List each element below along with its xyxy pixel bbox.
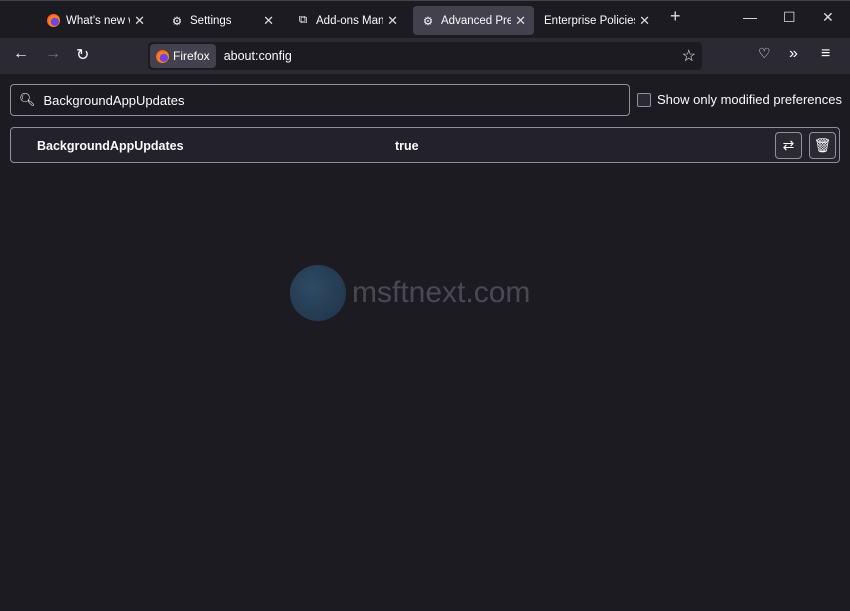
firefox-icon: [156, 49, 169, 63]
identity-box[interactable]: Firefox: [150, 44, 216, 68]
maximize-button[interactable]: ☐: [783, 9, 796, 26]
title-bar: What's new with ✕ ⚙ Settings ✕ ⧉ Add-ons Man…: [0, 0, 850, 38]
tab-label: What's new with: [66, 14, 130, 27]
new-tab-button[interactable]: +: [670, 6, 681, 27]
overflow-chevron-icon[interactable]: »: [789, 45, 798, 63]
tab-label: Advanced Prefer: [441, 14, 512, 27]
pref-value[interactable]: true: [395, 139, 419, 153]
close-tab-icon[interactable]: ✕: [263, 13, 274, 29]
gear-icon: ⚙: [422, 15, 434, 28]
tab-addons[interactable]: ⧉ Add-ons Manag✕: [288, 6, 406, 35]
tab-settings[interactable]: ⚙ Settings ✕: [162, 6, 282, 35]
reload-button[interactable]: ↻: [76, 45, 89, 65]
pref-row: BackgroundAppUpdates true ⇄ 🗑︎: [10, 127, 840, 163]
close-tab-icon[interactable]: ✕: [134, 13, 145, 29]
url-bar[interactable]: Firefox about:config ☆: [148, 42, 702, 70]
puzzle-icon: ⧉: [298, 14, 308, 26]
show-modified-checkbox[interactable]: Show only modified preferences: [637, 92, 842, 107]
search-box[interactable]: 🔍︎: [10, 84, 630, 116]
toggle-arrows-icon: ⇄: [782, 137, 795, 153]
trash-icon: 🗑︎: [813, 137, 832, 153]
tab-label: Settings: [190, 14, 232, 27]
back-button[interactable]: ←: [13, 45, 29, 63]
minimize-button[interactable]: —: [743, 9, 757, 25]
checkbox[interactable]: [637, 92, 651, 107]
url-text[interactable]: about:config: [224, 49, 292, 63]
tab-advanced-preferences[interactable]: ⚙ Advanced Prefer✕: [413, 6, 534, 35]
pref-name: BackgroundAppUpdates: [37, 139, 184, 153]
search-icon: 🔍︎: [19, 92, 36, 107]
watermark: msftnext.com: [290, 265, 530, 321]
watermark-text: msftnext.com: [352, 276, 531, 309]
toggle-button[interactable]: ⇄: [775, 132, 802, 159]
search-input[interactable]: [43, 92, 604, 108]
pocket-icon[interactable]: ♡: [758, 45, 771, 62]
tab-whats-new[interactable]: What's new with ✕: [38, 6, 153, 35]
tab-enterprise-policies[interactable]: Enterprise Policies ✕: [536, 6, 658, 35]
close-tab-icon[interactable]: ✕: [515, 13, 526, 29]
identity-label: Firefox: [173, 49, 210, 63]
nav-toolbar: ← → ↻ Firefox about:config ☆ ♡ » ≡: [0, 38, 850, 74]
tab-label: Add-ons Manag: [316, 14, 384, 27]
close-tab-icon[interactable]: ✕: [639, 13, 650, 29]
bookmark-star-icon[interactable]: ☆: [682, 46, 696, 66]
close-window-button[interactable]: ✕: [822, 9, 834, 26]
delete-button[interactable]: 🗑︎: [809, 132, 836, 159]
checkbox-label: Show only modified preferences: [657, 92, 842, 107]
gear-icon: ⚙: [171, 15, 183, 28]
menu-hamburger-icon[interactable]: ≡: [821, 45, 830, 63]
tab-label: Enterprise Policies: [544, 14, 636, 27]
forward-button[interactable]: →: [45, 45, 61, 63]
firefox-icon: [46, 14, 60, 28]
globe-icon: [290, 265, 346, 321]
close-tab-icon[interactable]: ✕: [387, 13, 398, 29]
